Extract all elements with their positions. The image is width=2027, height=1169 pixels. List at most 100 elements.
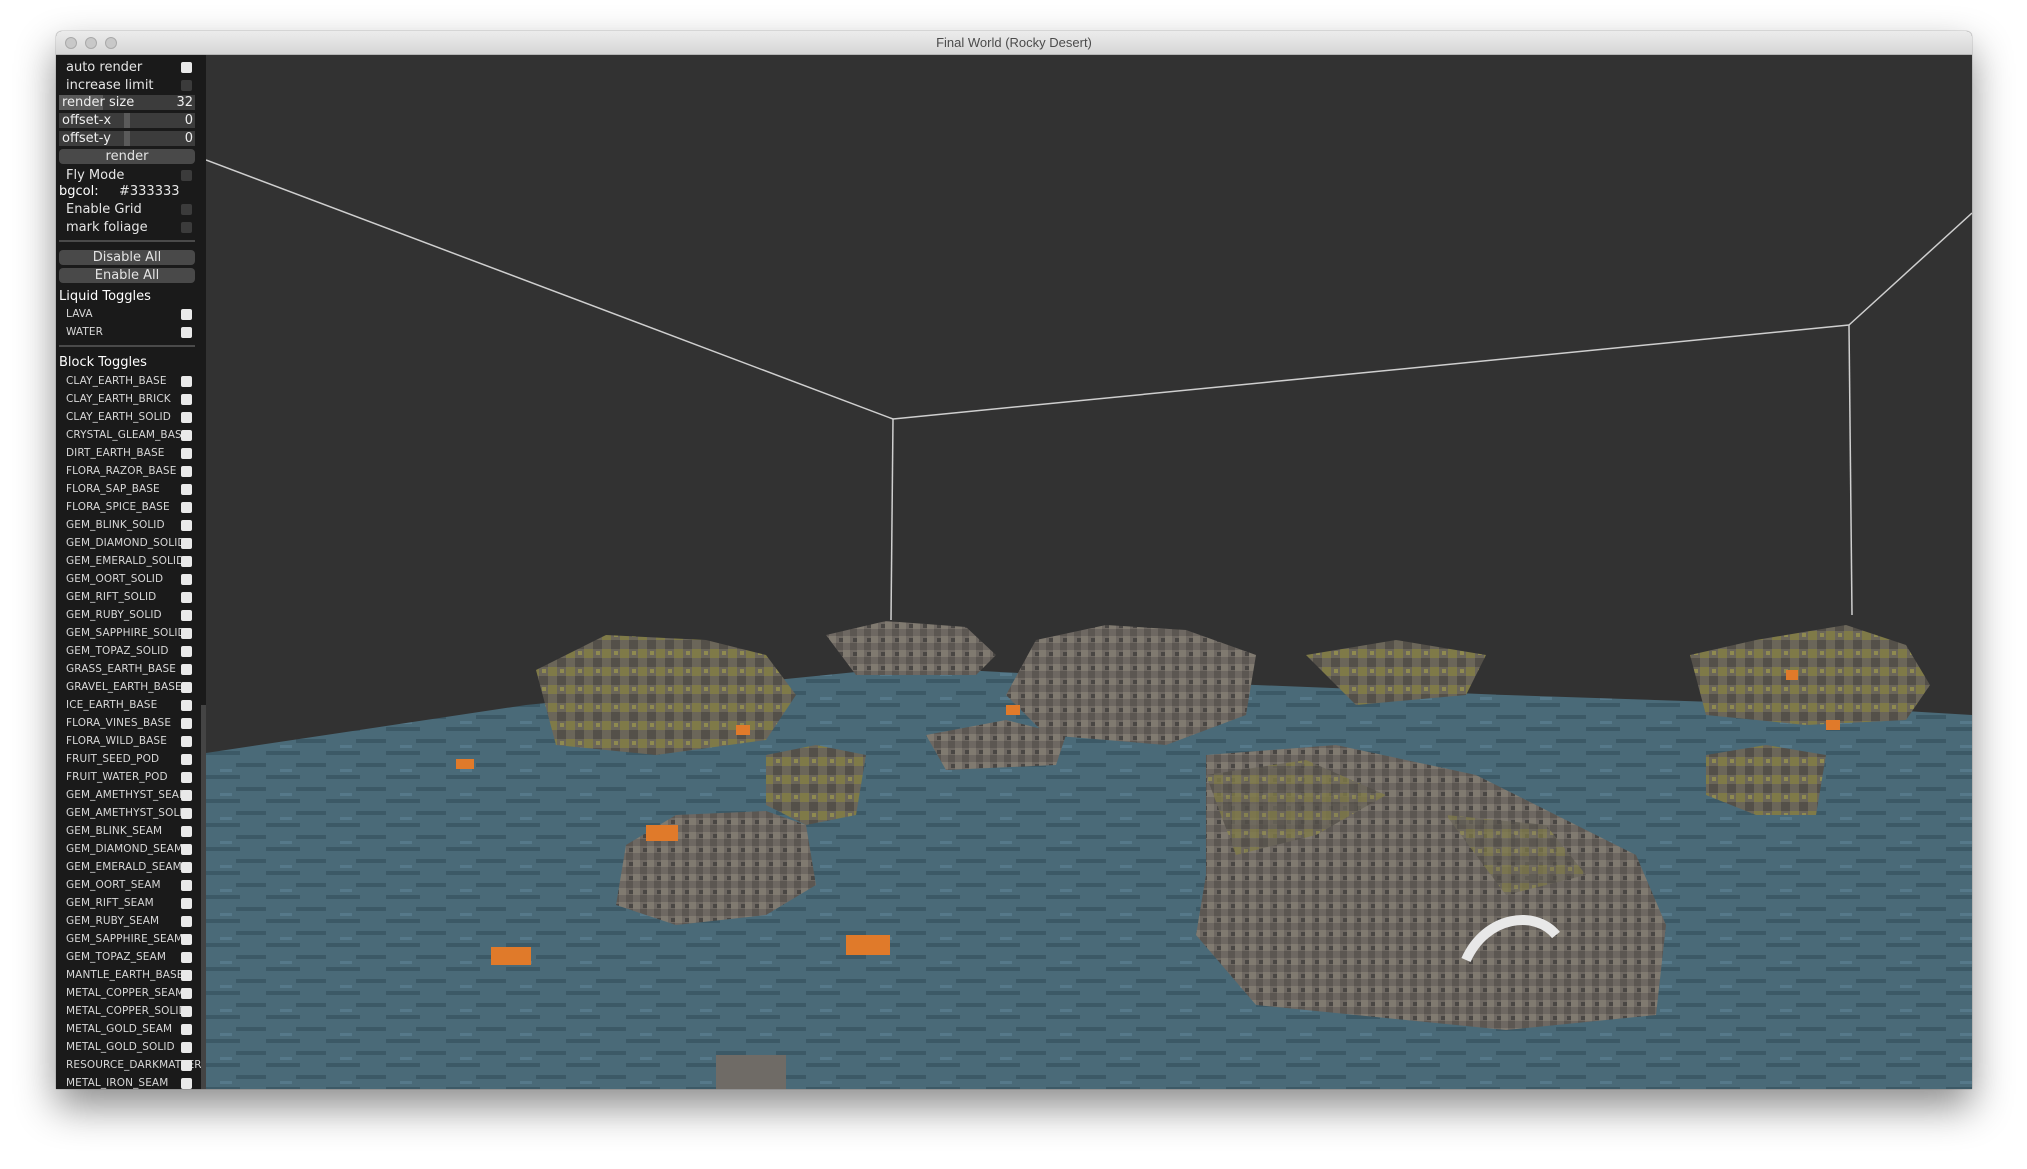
block-toggle-gem-sapphire-solid[interactable]: GEM_SAPPHIRE_SOLID (56, 624, 201, 642)
block-toggle-ice-earth-base[interactable]: ICE_EARTH_BASE (56, 696, 201, 714)
liquid-toggle-water[interactable]: WATER (56, 323, 201, 341)
block-toggle-gem-amethyst-seam[interactable]: GEM_AMETHYST_SEAM (56, 786, 201, 804)
block-toggle-checkbox[interactable] (181, 916, 192, 927)
bgcol-value[interactable]: #333333 (119, 184, 180, 199)
block-toggle-dirt-earth-base[interactable]: DIRT_EARTH_BASE (56, 444, 201, 462)
fly-mode-checkbox[interactable] (181, 170, 192, 181)
block-toggle-flora-sap-base[interactable]: FLORA_SAP_BASE (56, 480, 201, 498)
block-toggle-checkbox[interactable] (181, 1060, 192, 1071)
mark-foliage-toggle[interactable]: mark foliage (56, 218, 201, 236)
block-toggle-checkbox[interactable] (181, 646, 192, 657)
block-toggle-checkbox[interactable] (181, 466, 192, 477)
block-toggle-checkbox[interactable] (181, 574, 192, 585)
block-toggle-clay-earth-solid[interactable]: CLAY_EARTH_SOLID (56, 408, 201, 426)
block-toggle-checkbox[interactable] (181, 430, 192, 441)
auto-render-checkbox[interactable] (181, 62, 192, 73)
block-toggle-gem-rift-seam[interactable]: GEM_RIFT_SEAM (56, 894, 201, 912)
block-toggle-metal-gold-solid[interactable]: METAL_GOLD_SOLID (56, 1038, 201, 1056)
block-toggle-checkbox[interactable] (181, 628, 192, 639)
block-toggle-checkbox[interactable] (181, 556, 192, 567)
block-toggle-fruit-water-pod[interactable]: FRUIT_WATER_POD (56, 768, 201, 786)
block-toggle-checkbox[interactable] (181, 592, 192, 603)
block-toggle-flora-vines-base[interactable]: FLORA_VINES_BASE (56, 714, 201, 732)
block-toggle-checkbox[interactable] (181, 1042, 192, 1053)
block-toggle-metal-iron-seam[interactable]: METAL_IRON_SEAM (56, 1074, 201, 1089)
block-toggle-metal-gold-seam[interactable]: METAL_GOLD_SEAM (56, 1020, 201, 1038)
enable-grid-checkbox[interactable] (181, 204, 192, 215)
block-toggle-checkbox[interactable] (181, 736, 192, 747)
block-toggle-checkbox[interactable] (181, 934, 192, 945)
block-toggle-checkbox[interactable] (181, 502, 192, 513)
block-toggle-gem-blink-solid[interactable]: GEM_BLINK_SOLID (56, 516, 201, 534)
block-toggle-gem-emerald-solid[interactable]: GEM_EMERALD_SOLID (56, 552, 201, 570)
block-toggle-checkbox[interactable] (181, 772, 192, 783)
block-toggle-mantle-earth-base[interactable]: MANTLE_EARTH_BASE (56, 966, 201, 984)
voxel-world-render[interactable] (206, 55, 1972, 1089)
block-toggle-checkbox[interactable] (181, 412, 192, 423)
block-toggle-fruit-seed-pod[interactable]: FRUIT_SEED_POD (56, 750, 201, 768)
block-toggle-checkbox[interactable] (181, 1078, 192, 1089)
block-toggle-gem-oort-seam[interactable]: GEM_OORT_SEAM (56, 876, 201, 894)
enable-grid-toggle[interactable]: Enable Grid (56, 200, 201, 218)
enable-all-button[interactable]: Enable All (59, 268, 195, 283)
block-toggle-gem-topaz-solid[interactable]: GEM_TOPAZ_SOLID (56, 642, 201, 660)
block-toggle-flora-razor-base[interactable]: FLORA_RAZOR_BASE (56, 462, 201, 480)
block-toggle-checkbox[interactable] (181, 376, 192, 387)
block-toggle-checkbox[interactable] (181, 484, 192, 495)
fly-mode-toggle[interactable]: Fly Mode (56, 166, 201, 184)
block-toggle-checkbox[interactable] (181, 988, 192, 999)
block-toggle-checkbox[interactable] (181, 898, 192, 909)
block-toggle-checkbox[interactable] (181, 1024, 192, 1035)
mark-foliage-checkbox[interactable] (181, 222, 192, 233)
bgcol-field[interactable]: bgcol: #333333 (59, 184, 180, 199)
block-toggle-checkbox[interactable] (181, 394, 192, 405)
increase-limit-checkbox[interactable] (181, 80, 192, 91)
block-toggle-checkbox[interactable] (181, 448, 192, 459)
block-toggle-gem-diamond-seam[interactable]: GEM_DIAMOND_SEAM (56, 840, 201, 858)
block-toggle-gem-emerald-seam[interactable]: GEM_EMERALD_SEAM (56, 858, 201, 876)
block-toggle-gem-blink-seam[interactable]: GEM_BLINK_SEAM (56, 822, 201, 840)
block-toggle-gem-topaz-seam[interactable]: GEM_TOPAZ_SEAM (56, 948, 201, 966)
block-toggle-checkbox[interactable] (181, 808, 192, 819)
block-toggle-gem-ruby-solid[interactable]: GEM_RUBY_SOLID (56, 606, 201, 624)
block-toggle-flora-spice-base[interactable]: FLORA_SPICE_BASE (56, 498, 201, 516)
block-toggle-checkbox[interactable] (181, 520, 192, 531)
auto-render-toggle[interactable]: auto render (56, 58, 201, 76)
block-toggle-flora-wild-base[interactable]: FLORA_WILD_BASE (56, 732, 201, 750)
liquid-toggle-checkbox[interactable] (181, 309, 192, 320)
block-toggle-checkbox[interactable] (181, 682, 192, 693)
block-toggle-gem-sapphire-seam[interactable]: GEM_SAPPHIRE_SEAM (56, 930, 201, 948)
liquid-toggle-lava[interactable]: LAVA (56, 305, 201, 323)
block-toggle-checkbox[interactable] (181, 826, 192, 837)
block-toggle-checkbox[interactable] (181, 952, 192, 963)
block-toggle-checkbox[interactable] (181, 862, 192, 873)
liquid-toggle-checkbox[interactable] (181, 327, 192, 338)
disable-all-button[interactable]: Disable All (59, 250, 195, 265)
block-toggle-checkbox[interactable] (181, 718, 192, 729)
block-toggle-grass-earth-base[interactable]: GRASS_EARTH_BASE (56, 660, 201, 678)
block-toggle-clay-earth-base[interactable]: CLAY_EARTH_BASE (56, 372, 201, 390)
block-toggle-resource-darkmatter-s[interactable]: RESOURCE_DARKMATTER_S (56, 1056, 206, 1074)
block-toggle-gravel-earth-base[interactable]: GRAVEL_EARTH_BASE (56, 678, 201, 696)
block-toggle-checkbox[interactable] (181, 610, 192, 621)
block-toggle-checkbox[interactable] (181, 970, 192, 981)
offset-x-slider[interactable]: offset-x 0 (59, 113, 195, 128)
block-toggle-checkbox[interactable] (181, 844, 192, 855)
block-toggle-checkbox[interactable] (181, 790, 192, 801)
block-toggle-metal-copper-seam[interactable]: METAL_COPPER_SEAM (56, 984, 201, 1002)
block-toggle-crystal-gleam-base[interactable]: CRYSTAL_GLEAM_BASE (56, 426, 201, 444)
offset-y-slider[interactable]: offset-y 0 (59, 131, 195, 146)
block-toggle-checkbox[interactable] (181, 880, 192, 891)
increase-limit-toggle[interactable]: increase limit (56, 76, 201, 94)
block-toggle-checkbox[interactable] (181, 700, 192, 711)
block-toggle-metal-copper-solid[interactable]: METAL_COPPER_SOLID (56, 1002, 201, 1020)
block-toggle-checkbox[interactable] (181, 538, 192, 549)
block-toggle-gem-rift-solid[interactable]: GEM_RIFT_SOLID (56, 588, 201, 606)
block-toggle-gem-diamond-solid[interactable]: GEM_DIAMOND_SOLID (56, 534, 201, 552)
render-size-slider[interactable]: render size 32 (59, 95, 195, 110)
block-toggle-gem-amethyst-solid[interactable]: GEM_AMETHYST_SOLID (56, 804, 201, 822)
block-toggle-gem-ruby-seam[interactable]: GEM_RUBY_SEAM (56, 912, 201, 930)
block-toggle-checkbox[interactable] (181, 1006, 192, 1017)
render-button[interactable]: render (59, 149, 195, 164)
block-toggle-checkbox[interactable] (181, 664, 192, 675)
